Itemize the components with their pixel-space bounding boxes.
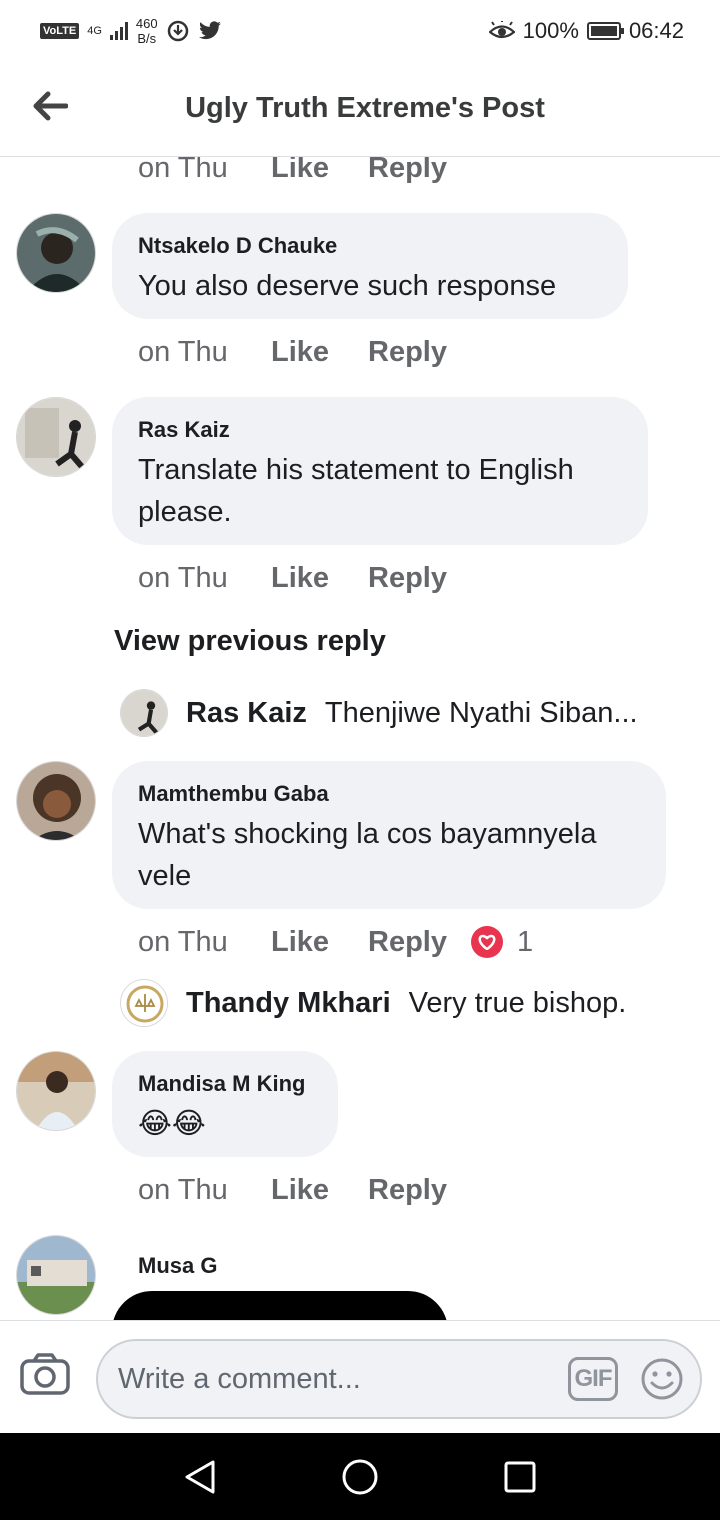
- status-bar: VoLTE 4G 460 B/s 100% 06:42: [0, 0, 720, 62]
- gif-button[interactable]: GIF: [568, 1357, 618, 1401]
- eye-comfort-icon: [488, 21, 515, 39]
- avatar: [120, 979, 168, 1027]
- like-button[interactable]: Like: [271, 1174, 368, 1207]
- heart-icon: [470, 926, 503, 958]
- smiley-icon: [641, 1358, 683, 1400]
- comment-media[interactable]: [112, 1291, 448, 1320]
- comments-feed[interactable]: on Thu Like Reply Ntsakelo D Chauke You …: [0, 157, 720, 1320]
- speed-unit: B/s: [137, 31, 157, 46]
- clock: 06:42: [628, 18, 684, 43]
- camera-icon: [20, 1353, 70, 1395]
- reply-button[interactable]: Reply: [368, 336, 447, 369]
- reply-author: Ras Kaiz: [186, 696, 307, 729]
- battery-icon: [586, 22, 624, 40]
- reaction-count: 1: [516, 925, 534, 958]
- home-circle-icon: [342, 1459, 378, 1494]
- reply-text: Very true bishop.: [408, 986, 627, 1019]
- comment-box: GIF: [96, 1339, 702, 1419]
- comment-time: on Thu: [138, 561, 228, 594]
- nav-recents-button[interactable]: [496, 1453, 544, 1501]
- nav-home-button[interactable]: [336, 1453, 384, 1501]
- like-button[interactable]: Like: [271, 336, 368, 369]
- network-speed: 460 B/s: [136, 16, 158, 46]
- twitter-icon: [198, 21, 221, 40]
- comment-text: What's shocking la cos bayamnyela vele: [138, 818, 597, 892]
- avatar-image: [17, 214, 95, 292]
- comment-bubble[interactable]: Mamthembu Gaba What's shocking la cos ba…: [112, 761, 666, 909]
- comment-text: You also deserve such response: [138, 270, 557, 302]
- emoji-button[interactable]: [640, 1357, 684, 1401]
- reply-text: Thenjiwe Nyathi Siban...: [324, 696, 638, 729]
- avatar[interactable]: [16, 761, 96, 841]
- comment-actions: on Thu Like Reply: [138, 1172, 447, 1208]
- battery-fill: [590, 26, 617, 36]
- system-nav-bar: [0, 1433, 720, 1520]
- reply-preview[interactable]: Thandy Mkhari Very true bishop.: [120, 979, 626, 1027]
- comment-bubble[interactable]: Mandisa M King 😂😂: [112, 1051, 338, 1157]
- like-button[interactable]: Like: [271, 562, 368, 595]
- avatar[interactable]: [16, 1051, 96, 1131]
- avatar[interactable]: [16, 397, 96, 477]
- reply-button[interactable]: Reply: [368, 562, 447, 595]
- comment-input[interactable]: [118, 1341, 548, 1417]
- recents-square-icon: [504, 1461, 536, 1492]
- commenter-name[interactable]: Musa G: [138, 1253, 422, 1279]
- comment-actions: on Thu Like Reply: [138, 157, 447, 186]
- status-left: VoLTE 4G 460 B/s: [40, 16, 222, 46]
- comment-bubble[interactable]: Ntsakelo D Chauke You also deserve such …: [112, 213, 628, 319]
- commenter-name[interactable]: Mamthembu Gaba: [138, 781, 640, 807]
- reply-button[interactable]: Reply: [368, 926, 447, 959]
- avatar-image: [121, 690, 167, 736]
- comment-bubble[interactable]: Ras Kaiz Translate his statement to Engl…: [112, 397, 648, 545]
- commenter-name[interactable]: Ras Kaiz: [138, 417, 622, 443]
- like-button[interactable]: Like: [271, 926, 368, 959]
- page-title: Ugly Truth Extreme's Post: [185, 92, 545, 124]
- avatar[interactable]: [16, 213, 96, 293]
- reply-author: Thandy Mkhari: [186, 986, 391, 1019]
- avatar[interactable]: [16, 1235, 96, 1315]
- speed-value: 460: [135, 16, 158, 31]
- avatar-image: [121, 980, 167, 1026]
- reply-button[interactable]: Reply: [368, 157, 447, 185]
- app-header: Ugly Truth Extreme's Post: [0, 62, 720, 157]
- nav-back-button[interactable]: [176, 1453, 224, 1501]
- commenter-name[interactable]: Ntsakelo D Chauke: [138, 233, 602, 259]
- reply-preview[interactable]: Ras Kaiz Thenjiwe Nyathi Siban...: [120, 689, 638, 737]
- battery-percent: 100%: [522, 18, 579, 43]
- commenter-name[interactable]: Mandisa M King: [138, 1071, 312, 1097]
- comment-time: on Thu: [138, 157, 228, 184]
- avatar-image: [17, 1052, 95, 1130]
- comment-actions: on Thu Like Reply: [138, 560, 447, 596]
- status-right: 100% 06:42: [488, 18, 684, 44]
- view-previous-reply-link[interactable]: View previous reply: [114, 625, 386, 658]
- reaction-summary[interactable]: 1: [470, 925, 534, 959]
- data-saver-icon: [167, 20, 188, 42]
- back-triangle-icon: [185, 1460, 215, 1493]
- comment-time: on Thu: [138, 925, 228, 958]
- volte-icon: VoLTE: [40, 23, 80, 39]
- comment-text: 😂😂: [138, 1108, 206, 1140]
- avatar-image: [17, 762, 95, 840]
- signal-icon: [109, 22, 128, 40]
- comment-text: Translate his statement to English pleas…: [138, 454, 574, 528]
- comment-time: on Thu: [138, 335, 228, 368]
- avatar-image: [17, 398, 95, 476]
- comment-composer: GIF: [0, 1320, 720, 1433]
- like-button[interactable]: Like: [271, 157, 368, 185]
- comment-time: on Thu: [138, 1173, 228, 1206]
- reply-button[interactable]: Reply: [368, 1174, 447, 1207]
- network-type: 4G: [87, 24, 102, 37]
- camera-button[interactable]: [20, 1353, 72, 1399]
- comment-actions: on Thu Like Reply: [138, 334, 447, 370]
- avatar-image: [17, 1236, 95, 1314]
- comment-actions: on Thu Like Reply 1: [138, 924, 533, 960]
- avatar: [120, 689, 168, 737]
